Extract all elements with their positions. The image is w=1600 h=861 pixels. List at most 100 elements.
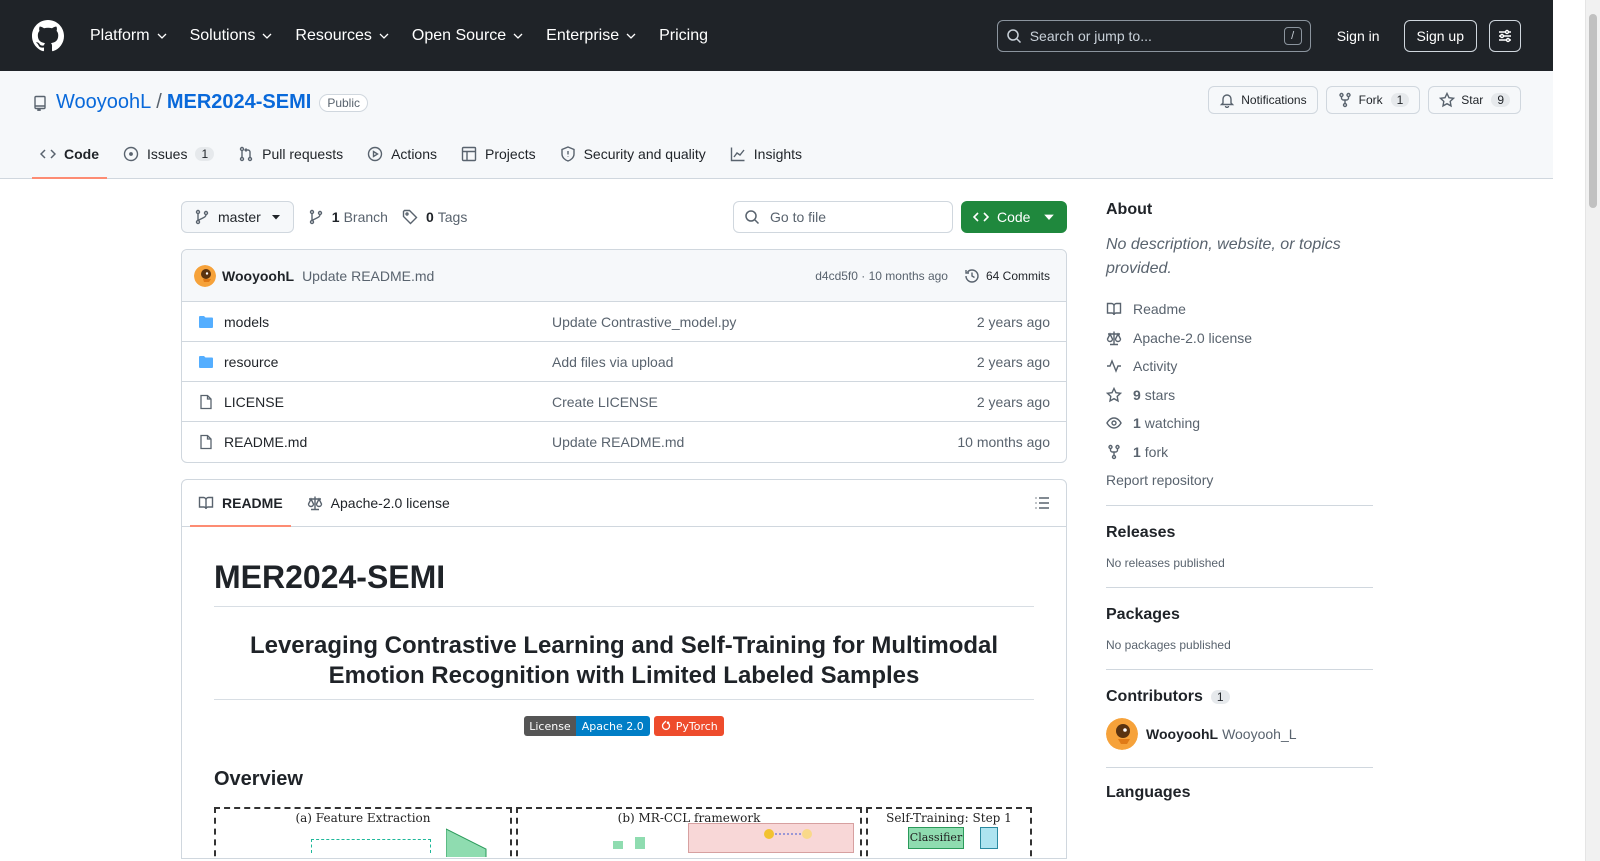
nav-platform[interactable]: Platform — [86, 27, 172, 45]
avatar[interactable] — [1106, 718, 1138, 750]
sign-up-button[interactable]: Sign up — [1403, 19, 1477, 52]
fork-icon — [1338, 92, 1351, 108]
file-commit-message-link[interactable]: Create LICENSE — [552, 394, 658, 410]
stars-link[interactable]: 9 stars — [1106, 381, 1373, 410]
releases-heading[interactable]: Releases — [1106, 524, 1175, 541]
commit-author-link[interactable]: WooyoohL — [222, 268, 294, 284]
repo-icon — [34, 95, 46, 111]
github-logo-icon[interactable] — [32, 19, 86, 52]
nav-label: Pricing — [659, 26, 708, 44]
nav-solutions[interactable]: Solutions — [186, 27, 278, 45]
scrollbar-thumb[interactable] — [1589, 14, 1597, 208]
nav-pricing[interactable]: Pricing — [655, 27, 712, 45]
tab-pull-requests[interactable]: Pull requests — [230, 130, 351, 178]
activity-link[interactable]: Activity — [1106, 352, 1373, 381]
file-commit-message-link[interactable]: Update Contrastive_model.py — [552, 314, 736, 330]
contributor-item[interactable]: WooyoohL Wooyooh_L — [1106, 718, 1373, 750]
license-badge[interactable]: License Apache 2.0 — [524, 716, 650, 736]
star-button[interactable]: Star 9 — [1428, 86, 1521, 114]
tags-link[interactable]: 0 Tags — [402, 209, 467, 225]
tab-issues[interactable]: Issues 1 — [115, 130, 222, 178]
overview-heading: Overview — [214, 768, 303, 790]
tag-icon — [402, 209, 418, 225]
figure-panel-mr-ccl: (b) MR-CCL framework — [516, 807, 862, 858]
file-row[interactable]: models Update Contrastive_model.py 2 years… — [182, 302, 1066, 342]
tab-readme[interactable]: README — [190, 480, 291, 527]
figure-feature-blocks — [604, 833, 654, 853]
license-link-label: Apache-2.0 license — [1133, 329, 1253, 346]
branch-select-button[interactable]: master — [181, 201, 294, 233]
contributors-heading[interactable]: Contributors — [1106, 688, 1203, 706]
tab-license[interactable]: Apache-2.0 license — [299, 480, 458, 526]
repo-tabs: Code Issues 1 Pull requests Actions Proj… — [32, 130, 818, 179]
repo-owner-link[interactable]: WooyoohL — [56, 91, 151, 114]
fork-button[interactable]: Fork 1 — [1325, 86, 1421, 114]
readme-title: MER2024-SEMI — [214, 559, 1034, 607]
header-nav: Platform Solutions Resources Open Source… — [86, 27, 726, 45]
tab-code[interactable]: Code — [32, 130, 107, 179]
page-scrollbar[interactable] — [1585, 0, 1600, 861]
file-commit-message-link[interactable]: Add files via upload — [552, 354, 673, 370]
watchers-link[interactable]: 1 watching — [1106, 409, 1373, 438]
avatar[interactable] — [194, 264, 216, 287]
nav-enterprise[interactable]: Enterprise — [542, 27, 641, 45]
go-to-file-input[interactable]: Go to file — [733, 201, 953, 233]
pulse-icon — [1107, 359, 1121, 374]
file-name-link[interactable]: README.md — [224, 434, 552, 450]
search-icon — [1006, 28, 1021, 43]
contributors-header: Contributors 1 — [1106, 688, 1373, 706]
repo-name-link[interactable]: MER2024-SEMI — [167, 91, 312, 114]
notifications-button[interactable]: Notifications — [1208, 86, 1318, 114]
graph-icon — [730, 147, 745, 162]
sliders-icon — [1499, 29, 1511, 42]
notifications-label: Notifications — [1241, 93, 1307, 107]
file-icon — [200, 434, 212, 450]
tab-security[interactable]: Security and quality — [552, 130, 714, 178]
file-name-link[interactable]: LICENSE — [224, 394, 552, 410]
report-repository-link[interactable]: Report repository — [1106, 472, 1373, 488]
chevron-down-icon — [157, 33, 167, 39]
commit-hash-time[interactable]: d4cd5f0 · 10 months ago — [815, 269, 948, 283]
license-badge-right: Apache 2.0 — [575, 716, 650, 736]
branch-count: 1 — [331, 209, 340, 225]
commits-history-link[interactable]: 64 Commits — [964, 268, 1050, 284]
outline-button[interactable] — [1034, 480, 1058, 526]
issues-count: 1 — [195, 147, 215, 161]
about-description: No description, website, or topics provi… — [1106, 236, 1341, 277]
license-link[interactable]: Apache-2.0 license — [1106, 324, 1373, 353]
sign-in-link[interactable]: Sign in — [1327, 28, 1390, 44]
file-commit-date: 10 months ago — [957, 434, 1050, 450]
file-list: WooyoohL Update README.md d4cd5f0 · 10 m… — [181, 249, 1067, 463]
tab-projects[interactable]: Projects — [453, 130, 544, 178]
branch-icon — [309, 209, 322, 225]
pull-request-icon — [239, 146, 253, 162]
tab-actions[interactable]: Actions — [359, 130, 445, 178]
readme-link[interactable]: Readme — [1106, 295, 1373, 324]
appearance-settings-button[interactable] — [1489, 19, 1521, 52]
readme-subtitle: Leveraging Contrastive Learning and Self… — [214, 631, 1034, 700]
file-row[interactable]: README.md Update README.md 10 months ago — [182, 422, 1066, 462]
table-icon — [461, 146, 477, 162]
nav-resources[interactable]: Resources — [291, 27, 393, 45]
search-placeholder: Search or jump to... — [1029, 27, 1152, 44]
search-input[interactable]: Search or jump to... / — [996, 19, 1311, 52]
commit-meta: d4cd5f0 · 10 months ago 64 Commits — [815, 268, 1050, 284]
forks-count: 1 — [1133, 443, 1141, 460]
forks-link[interactable]: 1 fork — [1106, 438, 1373, 467]
tab-insights[interactable]: Insights — [722, 130, 810, 178]
pytorch-badge[interactable]: PyTorch — [653, 716, 724, 736]
file-name-link[interactable]: models — [224, 314, 552, 330]
file-name-link[interactable]: resource — [224, 354, 552, 370]
commit-message-link[interactable]: Update README.md — [302, 268, 434, 284]
branches-link[interactable]: 1 Branch — [308, 209, 388, 225]
watchers-count: 1 — [1133, 415, 1141, 432]
nav-open-source[interactable]: Open Source — [408, 27, 528, 45]
global-header: Platform Solutions Resources Open Source… — [0, 0, 1553, 71]
list-icon — [1035, 497, 1049, 509]
figure-output-box — [980, 827, 998, 849]
packages-heading[interactable]: Packages — [1106, 606, 1180, 623]
code-dropdown-button[interactable]: Code — [961, 201, 1067, 233]
file-row[interactable]: LICENSE Create LICENSE 2 years ago — [182, 382, 1066, 422]
file-row[interactable]: resource Add files via upload 2 years ago — [182, 342, 1066, 382]
file-commit-message-link[interactable]: Update README.md — [552, 434, 684, 450]
